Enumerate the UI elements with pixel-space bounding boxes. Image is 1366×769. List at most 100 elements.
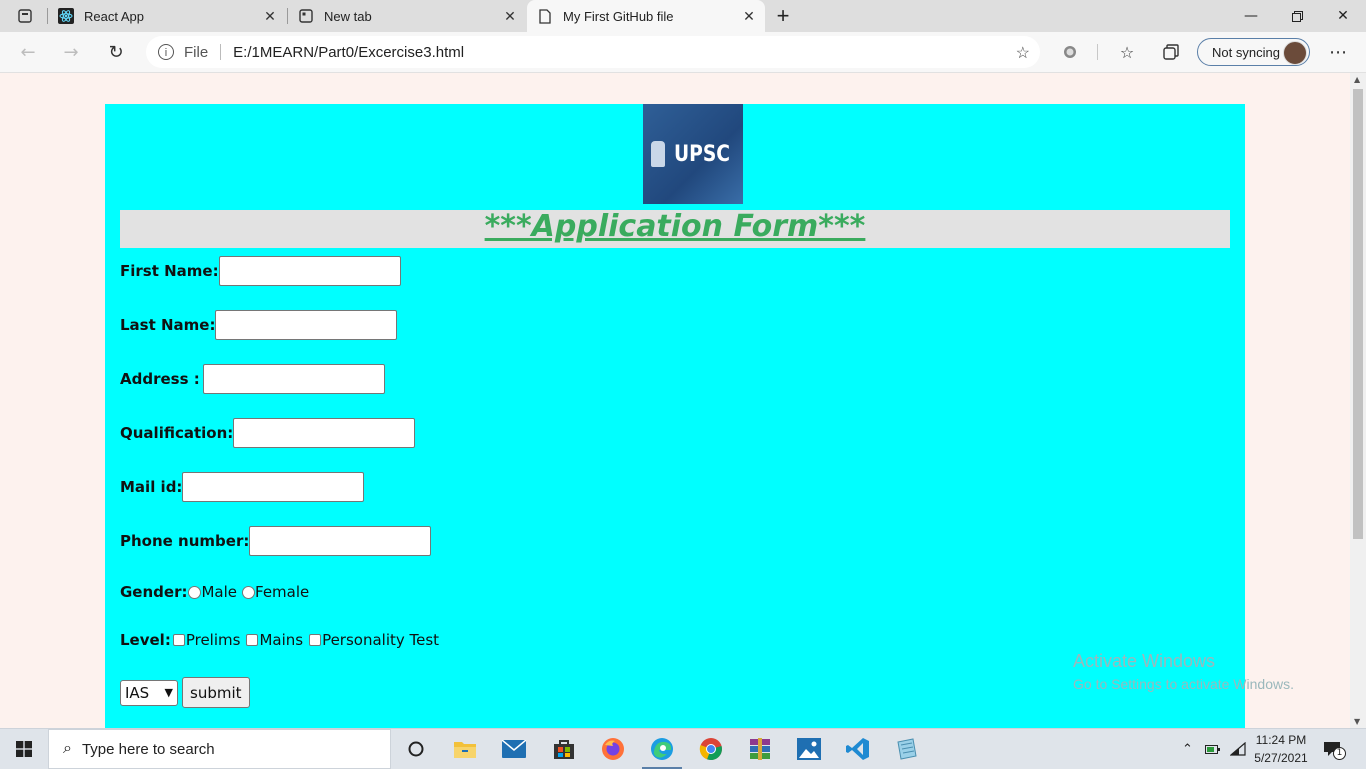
clock-time: 11:24 PM [1255,733,1307,747]
female-option-label: Female [255,583,310,601]
back-button[interactable]: ← [12,36,44,68]
notification-count-badge: 1 [1333,747,1346,760]
forward-button[interactable]: → [55,36,87,68]
start-button[interactable] [0,729,48,769]
exam-select-value: IAS [125,683,150,702]
watermark-title: Activate Windows [1073,651,1216,671]
folder-icon [454,742,476,758]
submit-button[interactable]: submit [182,677,250,708]
tab-title: New tab [324,8,372,24]
firefox-button[interactable] [589,729,637,769]
winrar-icon [750,738,770,760]
mains-checkbox[interactable] [246,634,259,646]
tab-new-tab[interactable]: New tab ✕ [288,0,526,32]
activate-windows-watermark: Activate Windows Go to Settings to activ… [1073,651,1294,692]
toolbar-divider [1097,44,1098,60]
search-placeholder: Type here to search [81,740,215,758]
gender-row: Gender: Male Female [120,583,309,601]
close-tab-icon[interactable]: ✕ [262,8,278,24]
windows-logo-icon [16,741,32,757]
minimize-button[interactable]: — [1228,0,1274,32]
collections-button[interactable] [1159,40,1183,64]
sync-status-label: Not syncing [1212,44,1280,60]
wifi-icon [1230,742,1246,756]
male-radio[interactable] [188,585,202,599]
favorites-button[interactable]: ☆ [1115,40,1139,64]
battery-status[interactable] [1205,729,1221,769]
mail-id-input[interactable] [182,472,365,502]
network-status[interactable] [1230,729,1246,769]
settings-more-button[interactable]: ⋯ [1326,40,1350,64]
phone-number-label: Phone number: [120,532,250,550]
profile-avatar [1283,41,1307,65]
notepad-button[interactable] [883,729,931,769]
tab-title: My First GitHub file [563,8,674,24]
refresh-button[interactable]: ↻ [100,36,132,68]
taskbar-search[interactable]: ⌕ Type here to search [48,729,391,769]
last-name-label: Last Name: [120,316,216,334]
last-name-input[interactable] [215,310,398,340]
chrome-icon [699,738,722,761]
mail-button[interactable] [490,729,538,769]
collections-icon [1163,44,1179,60]
scrollbar-thumb[interactable] [1353,89,1363,539]
clock-date: 5/27/2021 [1254,751,1308,765]
vscode-button[interactable] [834,729,882,769]
profile-sync-button[interactable]: Not syncing [1197,38,1310,66]
male-option-label: Male [201,583,238,601]
plus-icon: + [776,3,790,28]
store-icon [554,740,574,759]
extension-button[interactable] [1058,40,1082,64]
scroll-down-icon[interactable]: ▼ [1354,717,1360,726]
address-input[interactable] [202,364,385,394]
close-icon: ✕ [1337,8,1349,24]
store-button[interactable] [540,729,588,769]
female-radio[interactable] [242,585,256,599]
url-divider [220,44,222,60]
mail-icon [502,740,526,758]
system-clock[interactable]: 11:24 PM 5/27/2021 [1247,731,1315,767]
emblem-icon [651,141,665,167]
close-tab-icon[interactable]: ✕ [502,8,518,24]
restore-icon [1291,10,1303,22]
exam-select[interactable]: IAS ▼ [120,679,178,706]
phone-number-input[interactable] [249,526,432,556]
watermark-subtitle: Go to Settings to activate Windows. [1073,676,1294,692]
close-window-button[interactable]: ✕ [1320,0,1366,32]
photos-button[interactable] [785,729,833,769]
page-scrollbar[interactable]: ▲ ▼ [1350,73,1366,728]
action-center-button[interactable]: 1 [1323,729,1346,769]
restore-button[interactable] [1274,0,1320,32]
logo-text: UPSC [673,141,731,167]
winrar-button[interactable] [736,729,784,769]
first-name-input[interactable] [218,256,401,286]
document-icon [537,8,553,24]
task-view-button[interactable] [392,729,440,769]
qualification-label: Qualification: [120,424,234,442]
favorites-icon: ☆ [1119,42,1135,62]
qualification-input[interactable] [233,418,416,448]
prelims-checkbox[interactable] [172,634,185,646]
info-icon[interactable]: i [158,44,174,60]
url-text[interactable]: E:/1MEARN/Part0/Excercise3.html [233,44,464,61]
tab-my-first-github-file[interactable]: My First GitHub file ✕ [527,0,765,32]
personality-test-checkbox[interactable] [309,634,322,646]
chrome-button[interactable] [687,729,735,769]
scroll-up-icon[interactable]: ▲ [1354,75,1360,84]
close-tab-icon[interactable]: ✕ [741,8,757,24]
add-favorite-icon[interactable]: ☆ [1016,43,1030,63]
level-row: Level: Prelims Mains Personality Test [120,631,439,649]
new-tab-button[interactable]: + [770,0,796,32]
tab-actions-button[interactable] [8,0,40,32]
phone-number-row: Phone number: [120,526,432,556]
prelims-option-label: Prelims [185,631,241,649]
submit-row: IAS ▼ submit [120,677,250,708]
first-name-row: First Name: [120,256,401,286]
application-form-card: UPSC ***Application Form*** First Name: … [105,104,1245,728]
tab-react-app[interactable]: React App ✕ [48,0,286,32]
address-bar[interactable]: i File E:/1MEARN/Part0/Excercise3.html ☆ [146,36,1040,68]
page-title: ***Application Form*** [484,209,866,244]
show-hidden-icons-button[interactable]: ⌃ [1182,729,1193,769]
edge-button[interactable] [638,729,686,769]
file-explorer-button[interactable] [441,729,489,769]
